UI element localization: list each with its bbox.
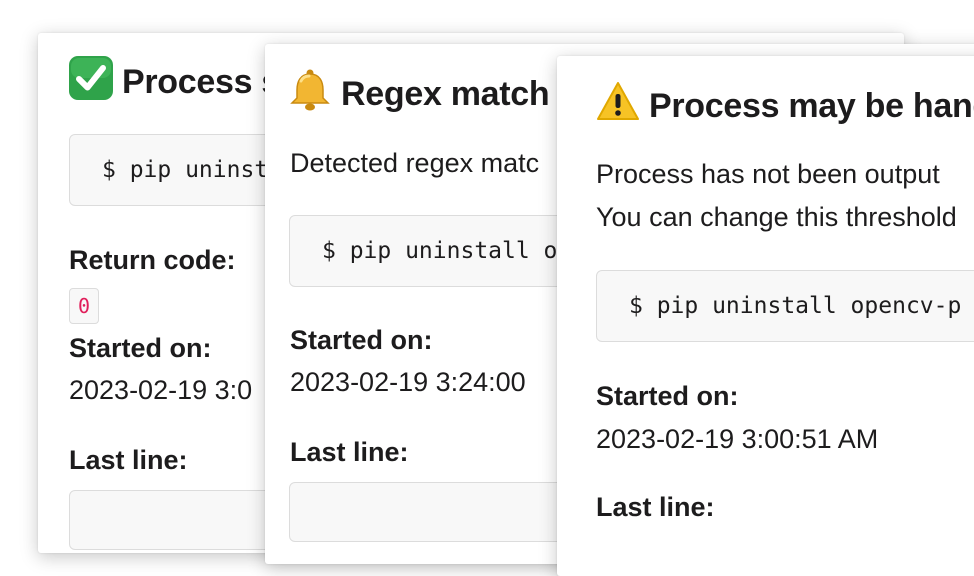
- started-on-value: 2023-02-19 3:0: [69, 375, 253, 405]
- check-mark-icon: [68, 55, 114, 110]
- card-title: Process may be hang: [595, 79, 974, 134]
- started-on-label: Started on:: [290, 325, 433, 355]
- started-on-value: 2023-02-19 3:00:51 AM: [596, 424, 879, 454]
- started-on-value: 2023-02-19 3:24:00: [290, 367, 526, 397]
- started-on-label: Started on:: [69, 333, 212, 363]
- card-description: Detected regex matc: [290, 148, 540, 178]
- card-title: Regex match: [287, 67, 550, 122]
- card-description-line-2: You can change this threshold: [596, 202, 957, 232]
- command-block: $ pip uninstall opencv-p: [596, 270, 974, 342]
- card-title: Process s: [68, 55, 280, 110]
- notification-card-process-hanging: Process may be hang Process has not been…: [557, 56, 974, 576]
- warning-icon: [595, 79, 641, 134]
- started-on-label: Started on:: [596, 381, 739, 411]
- last-line-label: Last line:: [290, 437, 409, 467]
- card-description-line-1: Process has not been output: [596, 159, 940, 189]
- bell-icon: [287, 67, 333, 122]
- return-code-value: 0: [69, 288, 99, 324]
- return-code-label: Return code:: [69, 245, 236, 275]
- last-line-label: Last line:: [69, 445, 188, 475]
